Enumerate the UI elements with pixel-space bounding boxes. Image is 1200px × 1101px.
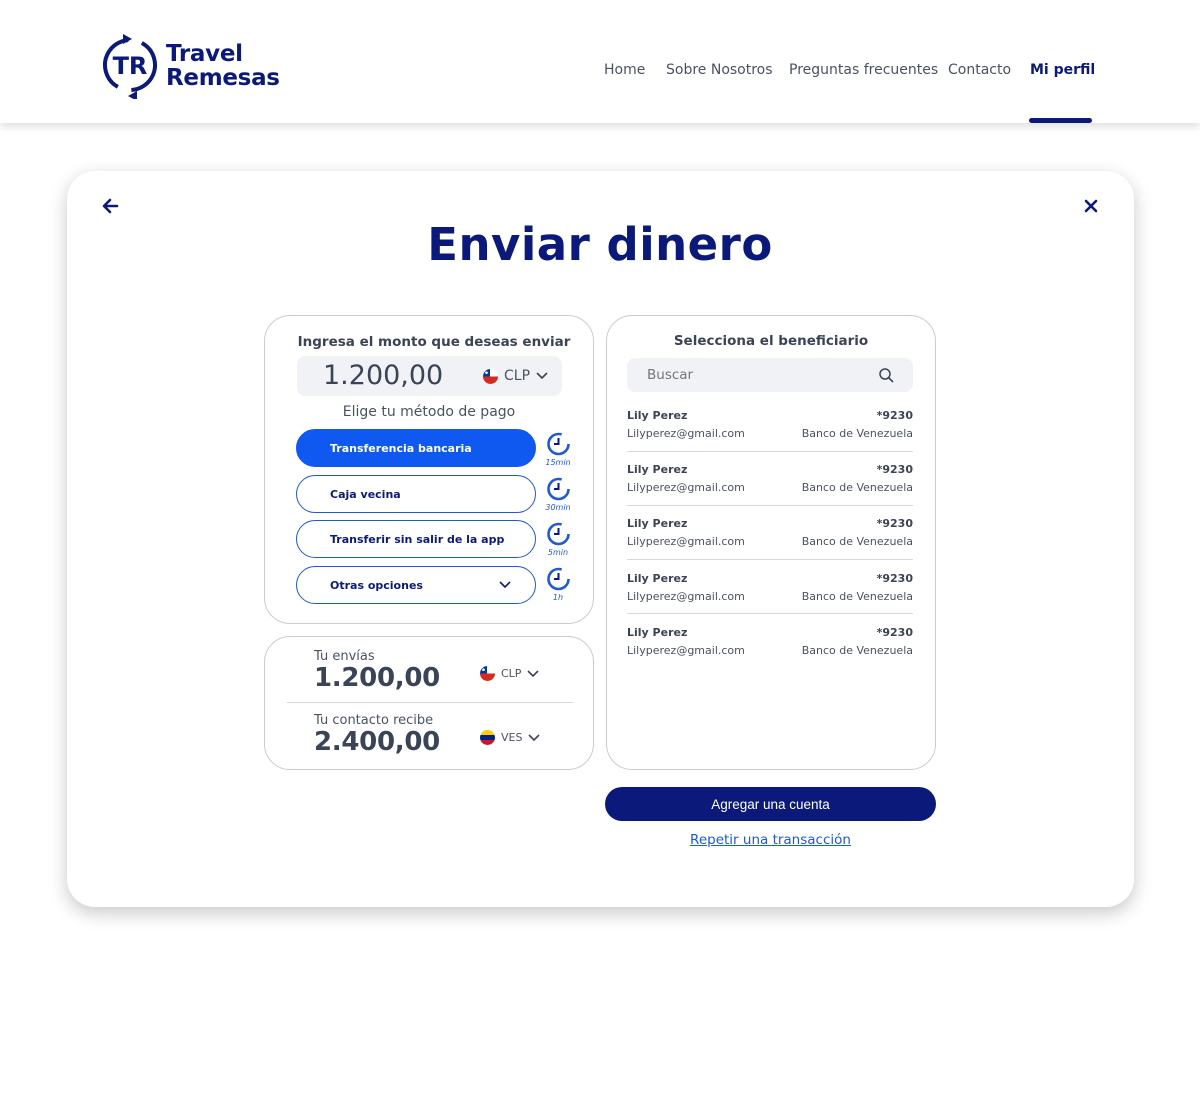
amount-panel-heading: Ingresa el monto que deseas enviar [297,334,571,350]
timer-icon [547,477,570,501]
beneficiary-email: Lilyperez@gmail.com [627,535,745,548]
add-account-button[interactable]: Agregar una cuenta [605,787,936,821]
nav-home[interactable]: Home [604,62,645,78]
beneficiary-list-item[interactable]: Lily Perez Lilyperez@gmail.com *9230 Ban… [627,463,913,517]
timer-icon [547,522,570,546]
beneficiary-panel-heading: Selecciona el beneficiario [673,333,869,349]
nav-sobre-nosotros[interactable]: Sobre Nosotros [666,62,773,78]
beneficiary-account: *9230 [876,626,913,639]
beneficiary-list-item[interactable]: Lily Perez Lilyperez@gmail.com *9230 Ban… [627,572,913,626]
send-money-card [67,171,1134,907]
arrow-left-icon[interactable] [100,195,122,217]
beneficiary-bank: Banco de Venezuela [801,590,913,603]
send-label: Tu envías [314,649,375,664]
beneficiary-email: Lilyperez@gmail.com [627,644,745,657]
row-divider [627,613,913,614]
beneficiary-account: *9230 [876,572,913,585]
logo-mark-text: TR [113,52,148,80]
timer-label: 1h [552,593,564,602]
send-currency-select[interactable]: CLP [480,666,540,681]
beneficiary-bank: Banco de Venezuela [801,535,913,548]
payment-transferencia-bancaria[interactable]: Transferencia bancaria [296,429,536,467]
beneficiary-account: *9230 [876,409,913,422]
amount-currency-label: CLP [504,368,531,384]
chevron-down-icon [528,733,541,741]
chevron-down-icon [536,372,548,380]
payment-method-label: Transferir sin salir de la app [330,532,505,546]
payment-method-label: Otras opciones [330,578,423,592]
search-input[interactable] [647,367,867,383]
beneficiary-name: Lily Perez [627,517,688,530]
beneficiary-bank: Banco de Venezuela [801,481,913,494]
amount-input-value[interactable]: 1.200,00 [323,360,443,391]
beneficiary-bank: Banco de Venezuela [801,644,913,657]
beneficiary-email: Lilyperez@gmail.com [627,590,745,603]
venezuela-flag-icon [480,730,495,745]
timer-icon [547,567,570,591]
payment-method-label: Transferencia bancaria [330,441,472,455]
beneficiary-email: Lilyperez@gmail.com [627,427,745,440]
beneficiary-list-item[interactable]: Lily Perez Lilyperez@gmail.com *9230 Ban… [627,626,913,680]
payment-otras-opciones-dropdown[interactable]: Otras opciones [296,566,536,604]
repeat-transaction-link[interactable]: Repetir una transacción [605,832,936,848]
beneficiary-account: *9230 [876,463,913,476]
receive-label: Tu contacto recibe [314,713,434,728]
timer-label: 30min [545,503,571,512]
receive-currency-select[interactable]: VES [480,730,541,745]
beneficiary-name: Lily Perez [627,572,688,585]
travel-remesas-logo[interactable]: TR Travel Remesas [101,31,291,99]
receive-currency-label: VES [501,731,523,744]
row-divider [627,505,913,506]
timer-icon [547,432,570,456]
payment-method-label: Elige tu método de pago [342,404,516,420]
chile-flag-icon [480,666,495,681]
logo-mark-icon: TR [103,34,157,99]
chevron-down-icon [527,669,540,677]
beneficiary-list-item[interactable]: Lily Perez Lilyperez@gmail.com *9230 Ban… [627,517,913,571]
receive-value: 2.400,00 [314,727,440,757]
chile-flag-icon [483,368,498,384]
beneficiary-name: Lily Perez [627,409,688,422]
row-divider [627,559,913,560]
beneficiary-name: Lily Perez [627,626,688,639]
send-currency-label: CLP [501,667,522,680]
beneficiary-name: Lily Perez [627,463,688,476]
summary-divider [287,702,573,703]
beneficiary-list-item[interactable]: Lily Perez Lilyperez@gmail.com *9230 Ban… [627,409,913,463]
send-value: 1.200,00 [314,663,440,693]
active-nav-indicator [1029,118,1092,123]
nav-mi-perfil[interactable]: Mi perfil [1030,62,1095,78]
search-icon[interactable] [878,367,894,383]
nav-contacto[interactable]: Contacto [948,62,1011,78]
page-title: Enviar dinero [427,218,773,271]
top-header: TR Travel Remesas Home Sobre Nosotros Pr… [0,0,1200,123]
beneficiary-bank: Banco de Venezuela [801,427,913,440]
payment-transferir-sin-salir[interactable]: Transferir sin salir de la app [296,520,536,558]
row-divider [627,451,913,452]
timer-label: 15min [545,458,571,467]
logo-wordmark: Travel Remesas [166,42,280,90]
payment-method-label: Caja vecina [330,487,401,501]
logo-line-2: Remesas [166,65,280,91]
beneficiary-account: *9230 [876,517,913,530]
amount-currency-select[interactable]: CLP [483,368,548,384]
timer-label: 5min [547,548,569,557]
payment-caja-vecina[interactable]: Caja vecina [296,475,536,513]
chevron-down-icon [499,581,511,589]
nav-preguntas-frecuentes[interactable]: Preguntas frecuentes [789,62,938,78]
logo-line-1: Travel [166,41,243,67]
close-icon[interactable] [1080,195,1102,217]
beneficiary-email: Lilyperez@gmail.com [627,481,745,494]
